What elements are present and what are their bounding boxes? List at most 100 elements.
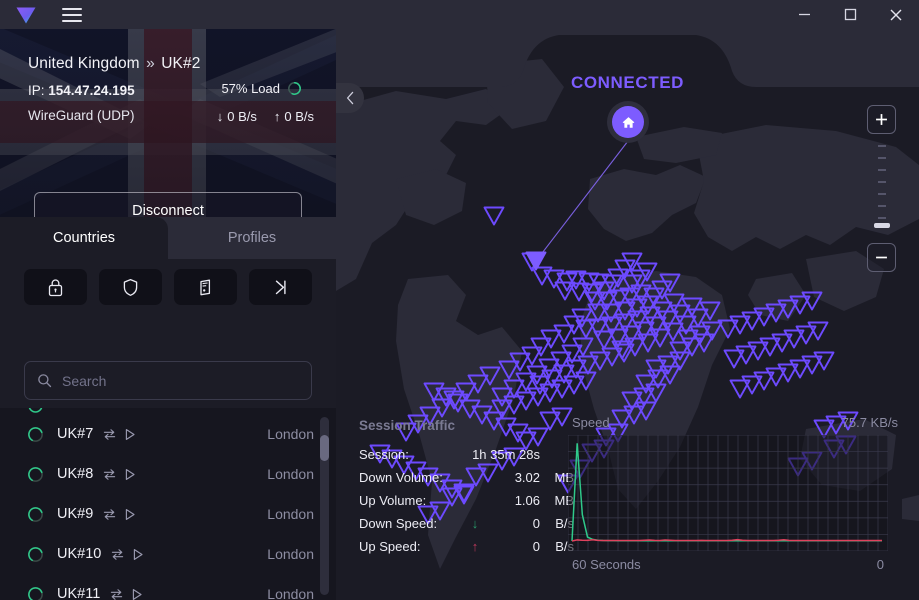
download-speed: ↓ 0 B/s	[217, 109, 257, 124]
search-box[interactable]	[24, 361, 312, 400]
hamburger-icon	[62, 13, 82, 16]
server-marker-icon[interactable]	[807, 321, 829, 341]
connect-server-button[interactable]	[132, 548, 144, 561]
arrow-down-icon: ↓	[216, 109, 224, 124]
server-city: London	[267, 546, 314, 562]
connect-server-button[interactable]	[124, 508, 136, 521]
connect-server-button[interactable]	[124, 428, 136, 441]
server-list[interactable]: UK#7 London UK#8 London UK#9 London UK#10 Londo…	[0, 408, 336, 600]
minimize-button[interactable]	[781, 0, 827, 29]
scrollbar-thumb[interactable]	[320, 435, 329, 461]
speed-graph-axis: 60 Seconds 0	[568, 551, 888, 572]
tab-profiles[interactable]: Profiles	[168, 217, 336, 259]
server-row[interactable]: UK#10 London	[0, 534, 336, 574]
netshield-shield-icon	[123, 278, 138, 296]
p2p-swap-icon[interactable]	[102, 508, 117, 521]
p2p-swap-icon[interactable]	[109, 588, 124, 600]
sidebar-tabs: Countries Profiles	[0, 217, 336, 259]
traffic-value: 3.02	[514, 470, 540, 485]
disconnect-label: Disconnect	[132, 203, 204, 217]
load-ring-icon	[288, 82, 301, 95]
streaming-filter-button[interactable]	[174, 269, 237, 305]
tab-profiles-label: Profiles	[227, 230, 277, 246]
traffic-value: 0	[532, 516, 540, 531]
upload-speed: ↑ 0 B/s	[274, 109, 314, 124]
server-city: London	[267, 426, 314, 442]
zoom-tick	[878, 193, 886, 195]
ip-value: 154.47.24.195	[48, 83, 135, 98]
disconnect-button[interactable]: Disconnect	[34, 192, 302, 217]
upload-speed-value: 0 B/s	[284, 109, 314, 124]
server-city: London	[267, 506, 314, 522]
home-icon	[622, 116, 634, 128]
connect-server-button[interactable]	[131, 588, 143, 600]
server-name: UK#2	[161, 55, 201, 72]
skip-filter-button[interactable]	[249, 269, 312, 305]
world-map-panel[interactable]: CONNECTED Session Traffic Session: 1h 35…	[336, 29, 919, 600]
server-marker-icon[interactable]	[423, 382, 445, 402]
server-name: UK#9	[57, 506, 94, 522]
x-axis-right-label: 0	[876, 557, 884, 572]
traffic-value: 1h 35m 28s	[472, 447, 540, 462]
country-name: United Kingdom	[28, 55, 140, 72]
search-input[interactable]	[62, 372, 299, 389]
zoom-tick	[878, 157, 886, 159]
p2p-swap-icon[interactable]	[102, 468, 117, 481]
maximize-icon	[844, 8, 856, 21]
zoom-slider-handle[interactable]	[874, 223, 890, 228]
x-axis-left-label: 60 Seconds	[572, 557, 641, 572]
load-label: 57% Load	[221, 81, 280, 96]
server-marker-icon[interactable]	[813, 351, 835, 371]
server-list-scrollbar[interactable]	[320, 417, 329, 595]
traffic-label: Down Speed:	[359, 516, 438, 531]
server-row[interactable]: UK#8 London	[0, 454, 336, 494]
load-ring-icon	[28, 546, 43, 562]
secure-core-icon	[48, 278, 63, 296]
load-ring-icon	[28, 408, 43, 413]
connect-server-button[interactable]	[124, 468, 136, 481]
zoom-in-button[interactable]	[867, 105, 896, 134]
server-row-partial[interactable]	[0, 408, 336, 414]
server-row[interactable]: UK#9 London	[0, 494, 336, 534]
connected-country-line: United Kingdom » UK#2	[28, 55, 316, 73]
server-marker-icon[interactable]	[483, 206, 505, 226]
hamburger-icon	[62, 7, 82, 10]
speed-graph-header: Speed 75.7 KB/s	[568, 415, 902, 430]
sidebar: United Kingdom » UK#2 IP: 154.47.24.195 …	[0, 29, 336, 600]
plus-icon	[876, 114, 887, 125]
server-load: 57% Load	[221, 81, 302, 96]
server-marker-icon[interactable]	[801, 291, 823, 311]
menu-button[interactable]	[52, 7, 92, 22]
hamburger-icon	[62, 19, 82, 22]
session-traffic-rows: Session: 1h 35m 28s Down Volume: 3.02 MB Up V…	[359, 443, 574, 558]
server-row[interactable]: UK#11 London	[0, 574, 336, 600]
server-city: London	[267, 586, 314, 600]
close-button[interactable]	[873, 0, 919, 29]
chevron-left-icon	[346, 91, 353, 105]
close-icon	[890, 9, 902, 20]
p2p-swap-icon[interactable]	[110, 548, 125, 561]
server-marker-icon[interactable]	[649, 328, 671, 348]
traffic-label: Up Speed:	[359, 539, 421, 554]
app-logo	[0, 5, 52, 25]
traffic-row: Down Speed: ↓ 0 B/s	[359, 512, 574, 535]
server-marker-icon[interactable]	[621, 252, 643, 272]
tab-countries[interactable]: Countries	[0, 217, 168, 259]
zoom-out-button[interactable]	[867, 243, 896, 272]
secure-core-filter-button[interactable]	[24, 269, 87, 305]
speed-graph-title: Speed	[572, 415, 610, 430]
arrow-up-icon: ↑	[273, 109, 281, 124]
netshield-filter-button[interactable]	[99, 269, 162, 305]
home-location-button[interactable]	[607, 101, 649, 143]
home-pin-inner	[612, 106, 644, 138]
zoom-tick	[878, 217, 886, 219]
minus-icon	[876, 256, 887, 259]
zoom-tick	[878, 181, 886, 183]
server-city: London	[267, 466, 314, 482]
server-row[interactable]: UK#7 London	[0, 414, 336, 454]
server-marker-icon[interactable]	[575, 371, 597, 391]
map-zoom-control[interactable]	[867, 105, 897, 275]
traffic-label: Session:	[359, 447, 409, 462]
p2p-swap-icon[interactable]	[102, 428, 117, 441]
maximize-button[interactable]	[827, 0, 873, 29]
